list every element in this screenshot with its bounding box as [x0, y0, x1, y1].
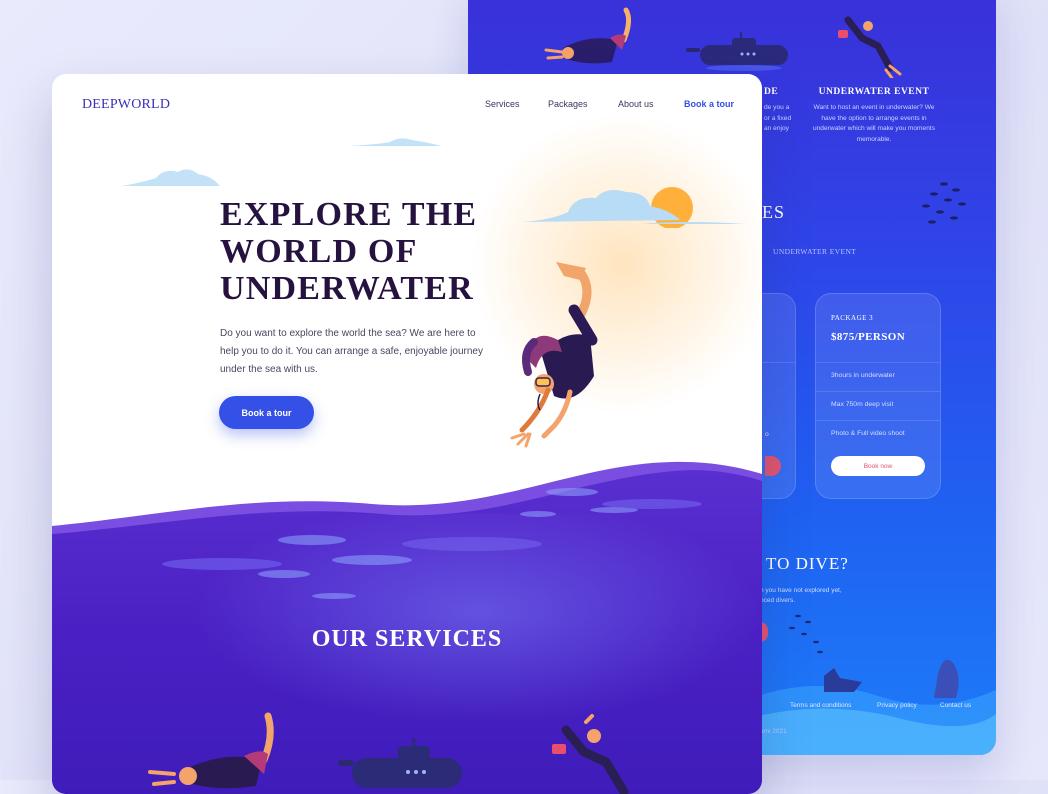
diver-illustration	[510, 262, 598, 448]
copyright-partial: ami 2021	[760, 728, 787, 735]
dive-title-partial: TO DIVE?	[766, 554, 849, 573]
hero-title: EXPLORE THE WORLD OF UNDERWATER	[220, 196, 520, 307]
fish-school-illustration	[922, 182, 966, 224]
nav-book-a-tour[interactable]: Book a tour	[684, 99, 734, 109]
logo[interactable]: DEEPWORLD	[82, 97, 170, 113]
service-event-desc: Want to host an event in underwater? We …	[812, 104, 936, 143]
cloud-icon	[350, 138, 442, 146]
footer-link-contact[interactable]: Contact us	[940, 702, 971, 709]
service-event-title: UNDERWATER EVENT	[818, 87, 930, 97]
service-desc-line: an enjoy	[764, 125, 789, 133]
footer-link-terms[interactable]: Terms and conditions	[790, 702, 851, 709]
footer-link-privacy[interactable]: Privacy policy	[877, 702, 917, 709]
nav-packages[interactable]: Packages	[548, 99, 588, 109]
dive-desc-line: nced divers.	[760, 597, 796, 604]
book-button-partial[interactable]	[765, 456, 781, 476]
sun-and-cloud-illustration	[522, 187, 746, 228]
book-now-button[interactable]: Book now	[831, 456, 925, 476]
service-desc-partial: de you a or a fixed an enjoy	[764, 103, 794, 135]
package-feature: Photo & Full video shoot	[831, 430, 905, 437]
fish-group-illustration	[789, 614, 823, 654]
package-feature: 3hours in underwater	[831, 372, 895, 379]
package-price: $875/PERSON	[831, 331, 906, 343]
package-feature-partial: o	[765, 431, 769, 438]
services-title: OUR SERVICES	[311, 626, 503, 652]
service-desc-line: or a fixed	[764, 114, 792, 122]
submarine-illustration	[338, 738, 462, 788]
swimmer-with-camera-illustration	[552, 714, 629, 794]
nav-services[interactable]: Services	[485, 99, 520, 109]
landing-page: DEEPWORLD Services Packages About us Boo…	[52, 74, 762, 794]
service-desc-line: de you a	[764, 104, 790, 111]
service-title-partial: DE	[764, 87, 779, 97]
package-feature: Max 750m deep visit	[831, 401, 894, 408]
packages-title-partial: ES	[762, 202, 786, 222]
hero-title-line: WORLD OF	[220, 233, 418, 270]
nav-about-us[interactable]: About us	[618, 99, 654, 109]
cloud-icon	[122, 169, 220, 186]
swimmer-with-camera-illustration	[838, 16, 902, 78]
dive-desc-line: n you have not explored yet,	[760, 587, 842, 594]
hero-title-line: UNDERWATER	[220, 270, 474, 307]
submarine-illustration	[686, 32, 788, 71]
diver-illustration	[148, 712, 274, 789]
packages-tab-underwater-event[interactable]: UNDERWATER EVENT	[773, 247, 856, 256]
package-card-3: PACKAGE 3 $875/PERSON 3hours in underwat…	[815, 293, 941, 499]
diver-illustration	[544, 7, 632, 64]
hero-description: Do you want to explore the world the sea…	[220, 328, 483, 375]
hero-title-line: EXPLORE THE	[220, 196, 478, 233]
dive-desc-partial: n you have not explored yet, nced divers…	[760, 586, 842, 606]
package-label: PACKAGE 3	[831, 314, 874, 322]
book-a-tour-button[interactable]: Book a tour	[219, 396, 314, 429]
